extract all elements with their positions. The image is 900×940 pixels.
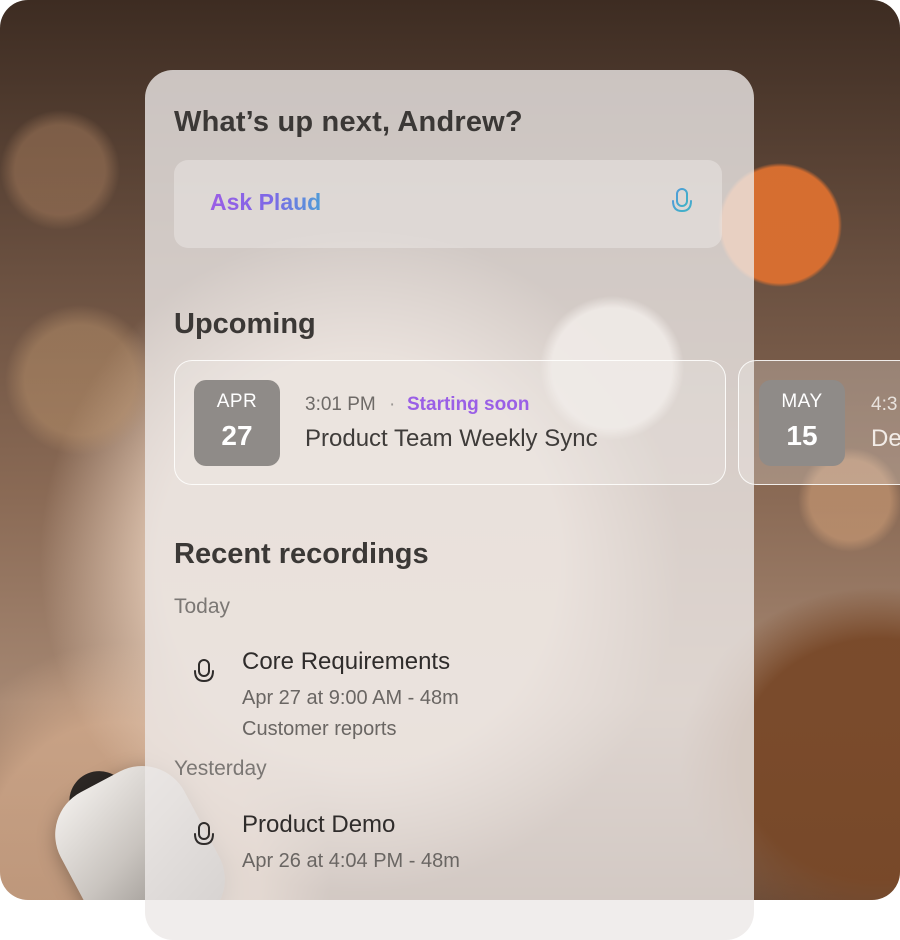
upcoming-title: Upcoming bbox=[174, 308, 316, 340]
event-time: 4:3 bbox=[871, 394, 898, 415]
event-day: 15 bbox=[786, 420, 818, 451]
group-label-yesterday: Yesterday bbox=[174, 757, 267, 780]
microphone-icon[interactable] bbox=[667, 186, 697, 220]
recording-title: Product Demo bbox=[242, 811, 396, 838]
event-status-badge: Starting soon bbox=[407, 394, 530, 415]
event-day: 27 bbox=[221, 420, 253, 451]
event-title: Product Team Weekly Sync bbox=[305, 425, 598, 452]
microphone-icon bbox=[194, 659, 214, 683]
greeting-heading: What’s up next, Andrew? bbox=[174, 106, 523, 138]
event-time: 3:01 PM bbox=[305, 394, 376, 415]
recording-meta: Apr 26 at 4:04 PM - 48m bbox=[242, 850, 460, 872]
event-separator: · bbox=[389, 394, 396, 415]
ask-plaud-label[interactable]: Ask Plaud bbox=[210, 189, 321, 216]
recent-recordings-title: Recent recordings bbox=[174, 538, 429, 570]
microphone-icon bbox=[194, 822, 214, 846]
event-date-badge: APR 27 bbox=[194, 380, 280, 466]
recording-folder: Customer reports bbox=[242, 718, 397, 740]
recording-meta: Apr 27 at 9:00 AM - 48m bbox=[242, 687, 459, 709]
event-month: MAY bbox=[781, 391, 823, 412]
group-label-today: Today bbox=[174, 595, 231, 618]
event-month: APR bbox=[216, 391, 258, 412]
event-title: De bbox=[871, 425, 900, 452]
recording-title: Core Requirements bbox=[242, 648, 451, 675]
event-date-badge: MAY 15 bbox=[759, 380, 845, 466]
